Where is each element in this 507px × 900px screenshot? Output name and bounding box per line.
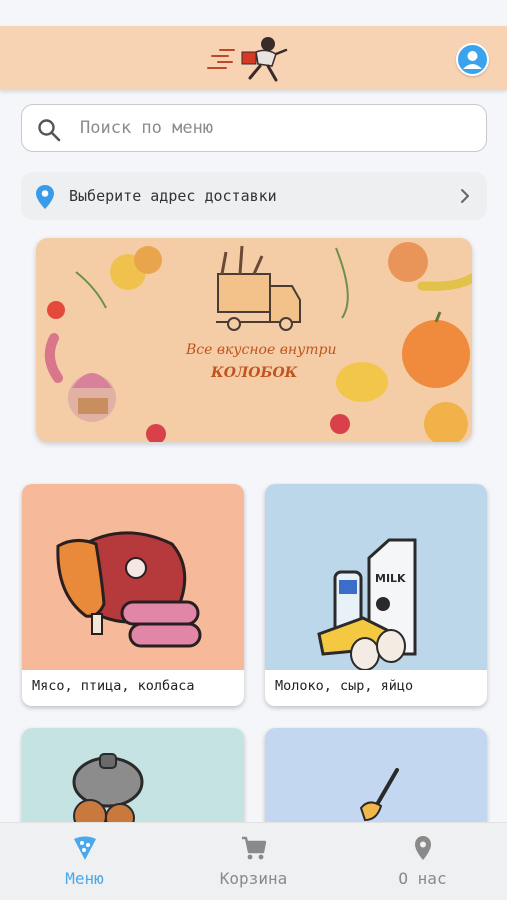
- category-label: Мясо, птица, колбаса: [32, 678, 195, 694]
- tab-about-label: О нас: [398, 869, 447, 888]
- profile-icon[interactable]: [456, 43, 489, 76]
- location-pin-icon: [36, 185, 54, 209]
- tab-menu-label: Меню: [65, 869, 104, 888]
- svg-text:MILK: MILK: [375, 572, 406, 585]
- category-card-dairy[interactable]: MILK Молоко, сыр, яйцо: [265, 484, 487, 706]
- banner-illustration: [44, 242, 472, 442]
- tab-menu[interactable]: Меню: [0, 823, 169, 900]
- app-header: [0, 26, 507, 90]
- tab-cart[interactable]: Корзина: [169, 823, 338, 900]
- tab-about[interactable]: О нас: [338, 823, 507, 900]
- running-courier-logo[interactable]: [206, 32, 298, 86]
- category-card-meat[interactable]: Мясо, птица, колбаса: [22, 484, 244, 706]
- banner-brand: КОЛОБОК: [211, 365, 298, 381]
- category-label: Молоко, сыр, яйцо: [275, 678, 414, 694]
- location-pin-icon: [415, 836, 431, 860]
- status-bar: [0, 0, 507, 26]
- promo-banner[interactable]: Все вкусное внутри КОЛОБОК: [36, 238, 472, 442]
- dairy-illustration: MILK: [265, 484, 487, 670]
- meat-illustration: [22, 484, 244, 670]
- bottom-tab-bar: Меню Корзина О нас: [0, 822, 507, 900]
- tab-cart-label: Корзина: [219, 869, 288, 888]
- search-input[interactable]: Поиск по меню: [21, 104, 487, 152]
- search-placeholder: Поиск по меню: [80, 118, 214, 138]
- delivery-address-label: Выберите адрес доставки: [69, 187, 277, 205]
- cart-icon: [242, 836, 267, 860]
- search-icon: [38, 119, 61, 142]
- chevron-right-icon: [461, 189, 469, 203]
- delivery-address-selector[interactable]: Выберите адрес доставки: [21, 172, 487, 220]
- banner-slogan: Все вкусное внутри: [186, 342, 337, 358]
- menu-pizza-icon: [74, 836, 96, 860]
